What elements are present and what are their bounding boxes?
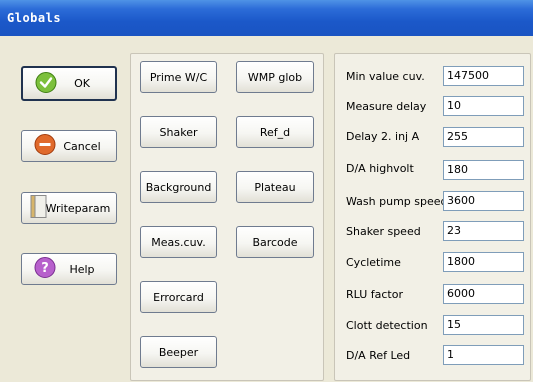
commands-panel [130,53,324,381]
param-label: Shaker speed [346,225,421,238]
window-title: Globals [7,11,62,25]
beeper-button[interactable]: Beeper [140,336,217,368]
wmp-glob-button[interactable]: WMP glob [236,61,314,93]
shaker-label: Shaker [159,125,198,139]
writeparam-button[interactable]: Writeparam [21,192,117,224]
ref-d-label: Ref_d [259,125,291,139]
meas-cuv-button[interactable]: Meas.cuv. [140,226,217,258]
shaker-speed-field[interactable]: 23 [443,221,524,241]
plateau-label: Plateau [254,180,296,194]
globals-window: Globals OK Cancel Writeparam ? Help Prim… [0,0,533,382]
cancel-button[interactable]: Cancel [21,130,117,162]
prime-wc-button[interactable]: Prime W/C [140,61,217,93]
cycletime-field[interactable]: 1800 [443,252,524,272]
wmp-glob-label: WMP glob [247,70,303,84]
help-button[interactable]: ? Help [21,253,117,285]
param-label: D/A Ref Led [346,349,411,362]
question-icon: ? [34,257,56,282]
da-highvolt-field[interactable]: 180 [443,160,524,180]
min-value-cuv-field[interactable]: 147500 [443,66,524,86]
delay-2-inj-a-field[interactable]: 255 [443,127,524,147]
param-label: Clott detection [346,319,428,332]
minus-icon [34,134,56,159]
wash-pump-speed-field[interactable]: 3600 [443,191,524,211]
background-label: Background [145,180,212,194]
param-label: Measure delay [346,100,427,113]
param-label: RLU factor [346,288,403,301]
ref-d-button[interactable]: Ref_d [236,116,314,148]
param-label: D/A highvolt [346,162,414,175]
param-label: Cycletime [346,256,401,269]
check-icon [35,71,57,96]
rlu-factor-field[interactable]: 6000 [443,284,524,304]
barcode-label: Barcode [252,235,298,249]
param-label: Min value cuv. [346,70,425,83]
svg-text:?: ? [41,261,49,276]
clott-detection-field[interactable]: 15 [443,315,524,335]
beeper-label: Beeper [158,345,199,359]
plateau-button[interactable]: Plateau [236,171,314,203]
errorcard-label: Errorcard [153,290,204,304]
meas-cuv-label: Meas.cuv. [151,235,206,249]
prime-wc-label: Prime W/C [149,70,208,84]
da-ref-led-field[interactable]: 1 [443,345,524,365]
notebook-icon [30,195,48,222]
param-label: Delay 2. inj A [346,130,420,143]
title-bar[interactable]: Globals [0,0,533,36]
background-button[interactable]: Background [140,171,217,203]
shaker-button[interactable]: Shaker [140,116,217,148]
measure-delay-field[interactable]: 10 [443,96,524,116]
ok-button[interactable]: OK [21,66,117,101]
barcode-button[interactable]: Barcode [236,226,314,258]
errorcard-button[interactable]: Errorcard [140,281,217,313]
param-label: Wash pump speed [346,195,448,208]
